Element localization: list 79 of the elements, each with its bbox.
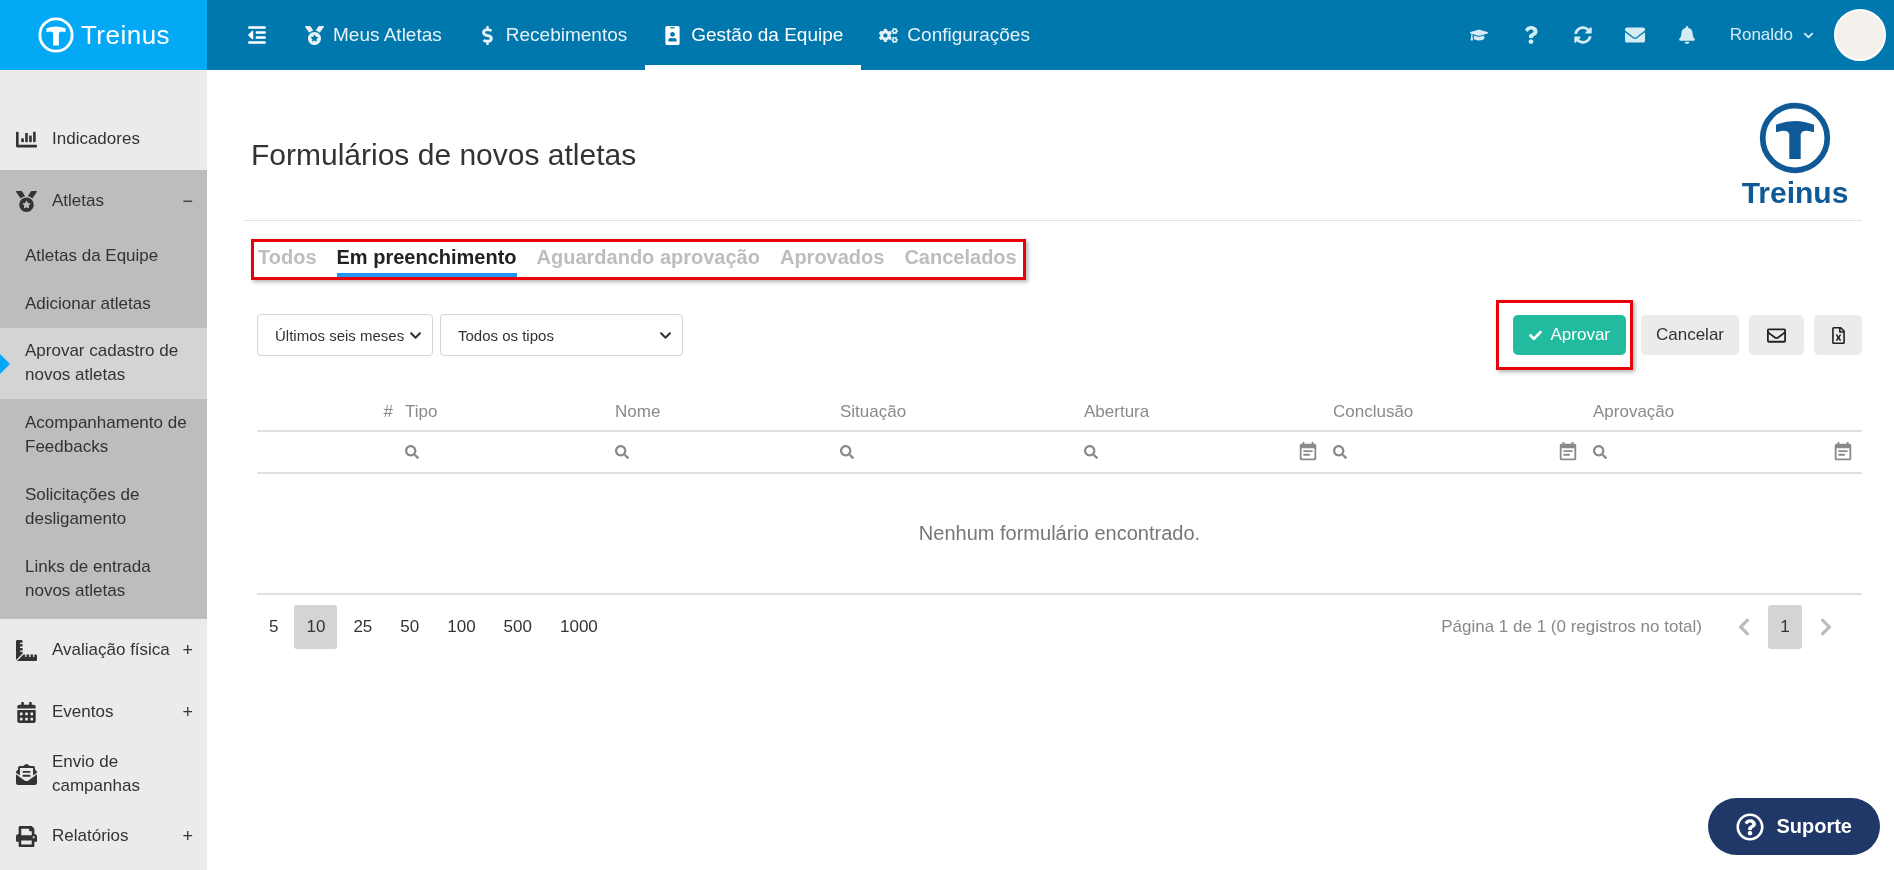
help-icon <box>1736 812 1765 841</box>
user-menu[interactable]: Ronaldo <box>1715 25 1828 45</box>
filter-select[interactable]: Últimos seis meses <box>257 314 433 356</box>
sidebar-subitem[interactable]: Adicionar atletas <box>0 280 207 328</box>
sidebar-label: Relatórios <box>52 825 130 847</box>
search-icon[interactable] <box>405 445 419 459</box>
page-size-option[interactable]: 50 <box>388 605 432 649</box>
sidebar-item[interactable]: Relatórios + <box>0 805 207 867</box>
avatar[interactable] <box>1834 9 1886 61</box>
column-header: Conclusão <box>1332 401 1415 423</box>
page-size-option[interactable]: 500 <box>491 605 544 649</box>
medal-icon <box>305 25 324 45</box>
sidebar-label: Atletas <box>52 190 105 212</box>
search-icon[interactable] <box>615 445 629 459</box>
ruler-icon <box>15 639 37 661</box>
logo-icon <box>1757 100 1833 176</box>
page-size-option[interactable]: 1000 <box>548 605 610 649</box>
column-header: Abertura <box>1083 401 1151 423</box>
sidebar-item[interactable]: Atletas − <box>0 170 207 232</box>
search-icon[interactable] <box>1084 445 1098 459</box>
column-header: # <box>382 401 394 423</box>
toggle-sign: + <box>182 701 193 723</box>
page-size-option[interactable]: 5 <box>257 605 291 649</box>
toggle-sign: − <box>182 190 193 212</box>
search-icon[interactable] <box>1593 445 1607 459</box>
envelope-icon <box>1767 325 1786 345</box>
column-header: Situação <box>839 401 908 423</box>
page-title: Formulários de novos atletas <box>251 138 637 172</box>
id-card-icon <box>663 25 683 45</box>
pagination-summary: Página 1 de 1 (0 registros no total) <box>1441 617 1702 637</box>
page-size-option[interactable]: 25 <box>341 605 385 649</box>
sidebar-subitem[interactable]: Solicitações de desligamento <box>0 471 207 543</box>
sidebar-subitem[interactable]: Acompanhamento de Feedbacks <box>0 399 207 471</box>
nav-item[interactable]: Configurações <box>861 0 1048 70</box>
sidebar-item[interactable]: Avaliação física + <box>0 619 207 681</box>
tab[interactable]: Em preenchimento <box>336 246 517 277</box>
sidebar-label: Avaliação física <box>52 639 171 661</box>
spreadsheet-file-icon <box>1829 326 1847 344</box>
calendar-icon[interactable] <box>1557 441 1579 463</box>
filter-select[interactable]: Todos os tipos <box>440 314 683 356</box>
search-icon[interactable] <box>1333 445 1347 459</box>
sidebar-item[interactable]: Eventos + <box>0 681 207 743</box>
sidebar-subitem[interactable]: Atletas da Equipe <box>0 232 207 280</box>
nav-item[interactable]: Gestão da Equipe <box>645 0 862 70</box>
sidebar-label: Envio de campanhas <box>52 751 141 797</box>
empty-message: Nenhum formulário encontrado. <box>257 474 1862 595</box>
medal-icon <box>15 190 37 212</box>
calendar-icon[interactable] <box>1832 441 1854 463</box>
support-button[interactable]: Suporte <box>1708 798 1880 855</box>
column-header: Aprovação <box>1592 401 1676 423</box>
sidebar-subitem[interactable]: Links de entrada novos atletas <box>0 543 207 615</box>
excel-export-button[interactable] <box>1814 315 1862 355</box>
envelope-icon <box>15 763 37 785</box>
cancel-button[interactable]: Cancelar <box>1641 315 1739 355</box>
column-header: Nome <box>614 401 662 423</box>
search-icon[interactable] <box>840 445 854 459</box>
sidebar-subitem[interactable]: Aprovar cadastro de novos atletas <box>0 328 207 399</box>
logo-icon <box>36 16 75 54</box>
check-icon <box>1529 328 1543 342</box>
brand-name: Treinus <box>80 19 171 51</box>
active-pointer <box>0 353 10 374</box>
printer-icon <box>15 825 37 847</box>
logo-text: Treinus <box>1741 176 1849 210</box>
calendar-icon[interactable] <box>1297 441 1319 463</box>
toggle-sign: + <box>182 639 193 661</box>
page-size-option[interactable]: 100 <box>435 605 488 649</box>
column-header: Tipo <box>404 401 439 423</box>
gears-icon <box>879 25 899 45</box>
page-button[interactable]: 1 <box>1768 605 1802 649</box>
sidebar-label: Eventos <box>52 701 115 723</box>
toggle-sign: + <box>182 825 193 847</box>
calendar-icon <box>15 701 37 723</box>
nav-item[interactable]: Recebimentos <box>459 0 646 70</box>
nav-item[interactable]: Meus Atletas <box>287 0 460 70</box>
page-size-option[interactable]: 10 <box>294 605 338 649</box>
email-button[interactable] <box>1749 315 1804 355</box>
sidebar-label: Indicadores <box>52 128 141 150</box>
sidebar-item[interactable]: Envio de campanhas <box>0 743 207 805</box>
sidebar-item[interactable]: Indicadores <box>0 108 207 170</box>
